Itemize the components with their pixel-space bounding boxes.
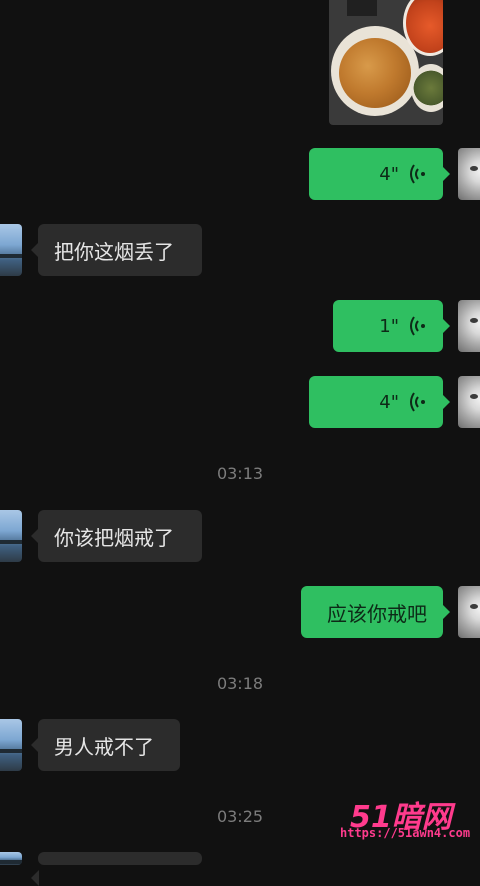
avatar-self[interactable] bbox=[458, 300, 480, 352]
avatar-contact[interactable] bbox=[0, 224, 22, 276]
voice-wave-icon bbox=[410, 392, 425, 412]
avatar-self[interactable] bbox=[458, 376, 480, 428]
avatar-self[interactable] bbox=[458, 148, 480, 200]
photo-dark-object bbox=[347, 0, 377, 16]
watermark-url: https://51awn4.com bbox=[340, 826, 471, 840]
text-message-incoming[interactable]: 把你这烟丢了 bbox=[31, 224, 202, 276]
text-message-incoming[interactable]: 你该把烟戒了 bbox=[31, 510, 202, 562]
timestamp: 03:13 bbox=[216, 464, 264, 483]
voice-duration: 4" bbox=[379, 163, 399, 185]
voice-duration: 1" bbox=[379, 315, 399, 337]
avatar-contact[interactable] bbox=[0, 719, 22, 771]
message-text: 把你这烟丢了 bbox=[54, 239, 174, 264]
avatar-contact[interactable] bbox=[0, 852, 22, 865]
message-text: 你该把烟戒了 bbox=[54, 525, 174, 550]
text-message-outgoing[interactable]: 应该你戒吧 bbox=[301, 586, 450, 638]
food-photo-message[interactable] bbox=[329, 0, 443, 125]
voice-wave-icon bbox=[410, 164, 425, 184]
voice-wave-icon bbox=[410, 316, 425, 336]
text-message-incoming-partial[interactable] bbox=[31, 852, 202, 886]
text-message-incoming[interactable]: 男人戒不了 bbox=[31, 719, 180, 771]
avatar-contact[interactable] bbox=[0, 510, 22, 562]
message-text: 应该你戒吧 bbox=[327, 601, 427, 626]
watermark: 51暗网 https://51awn4.com bbox=[340, 792, 480, 840]
chat-area: 4" 把你这烟丢了 1" 4" 03:13 你该把烟戒了 应该你戒吧 03:18… bbox=[0, 0, 480, 886]
timestamp: 03:18 bbox=[216, 674, 264, 693]
avatar-self[interactable] bbox=[458, 586, 480, 638]
voice-message-outgoing[interactable]: 4" bbox=[309, 376, 450, 428]
message-text: 男人戒不了 bbox=[54, 734, 154, 759]
voice-duration: 4" bbox=[379, 391, 399, 413]
photo-food bbox=[339, 38, 411, 108]
voice-message-outgoing[interactable]: 4" bbox=[309, 148, 450, 200]
voice-message-outgoing[interactable]: 1" bbox=[333, 300, 450, 352]
photo-side-dish bbox=[411, 64, 443, 112]
